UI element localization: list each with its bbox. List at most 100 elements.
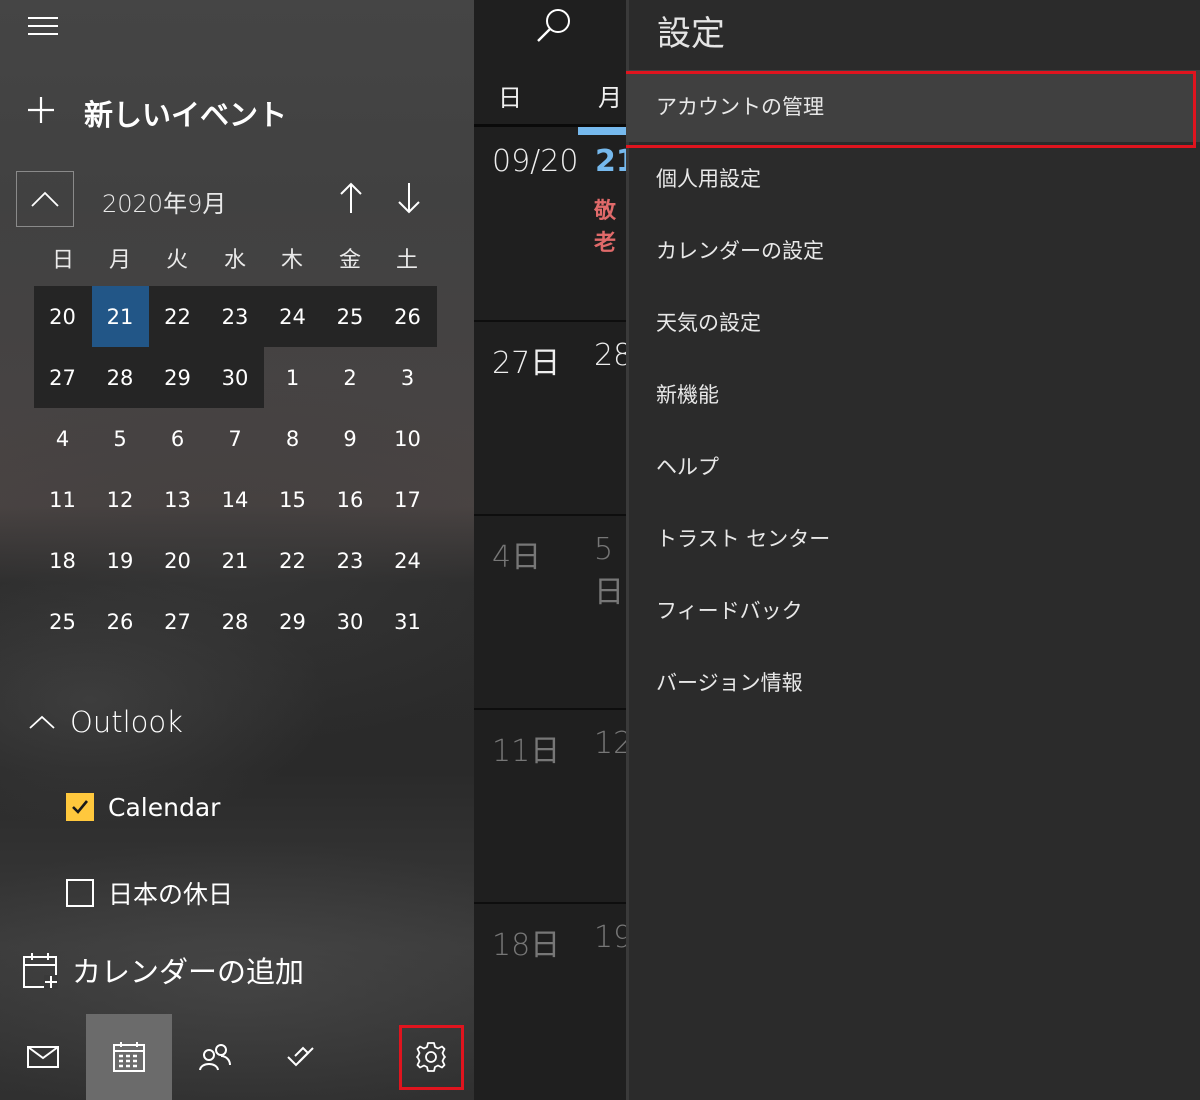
day-cell[interactable]: 28 — [207, 591, 264, 652]
column-header-sunday: 日 — [498, 84, 522, 112]
calendar-item-label: Calendar — [108, 792, 221, 822]
search-button[interactable] — [534, 6, 574, 46]
day-cell[interactable]: 30 — [322, 591, 379, 652]
day-cell[interactable]: 10 — [379, 408, 436, 469]
day-cell[interactable]: 3 — [379, 347, 436, 408]
month-collapse-button[interactable] — [16, 171, 74, 227]
day-cell[interactable]: 29 — [149, 347, 206, 408]
date-cell[interactable]: 18日 — [492, 920, 560, 964]
day-cell[interactable]: 19 — [92, 530, 149, 591]
outlook-group-toggle[interactable]: Outlook — [28, 700, 183, 744]
day-cell[interactable]: 16 — [322, 469, 379, 530]
column-header-monday: 月 — [598, 84, 622, 112]
settings-item-calendar-settings[interactable]: カレンダーの設定 — [626, 214, 1200, 286]
people-nav-button[interactable] — [172, 1014, 258, 1100]
week-divider — [474, 708, 626, 710]
settings-item-about[interactable]: バージョン情報 — [626, 646, 1200, 718]
holiday-event[interactable]: 敬老 — [594, 193, 626, 257]
day-cell[interactable]: 31 — [379, 591, 436, 652]
day-cell[interactable]: 24 — [379, 530, 436, 591]
date-cell[interactable]: 27日 — [492, 338, 560, 382]
settings-item-help[interactable]: ヘルプ — [626, 430, 1200, 502]
settings-item-weather-settings[interactable]: 天気の設定 — [626, 286, 1200, 358]
weekday-label: 月 — [108, 248, 131, 273]
day-cell[interactable]: 30 — [207, 347, 264, 408]
day-cell[interactable]: 29 — [264, 591, 321, 652]
day-cell[interactable]: 27 — [34, 347, 91, 408]
todo-nav-button[interactable] — [258, 1014, 344, 1100]
day-cell[interactable]: 7 — [207, 408, 264, 469]
calendar-item-japan-holidays[interactable]: 日本の休日 — [66, 878, 234, 909]
mail-nav-button[interactable] — [0, 1014, 86, 1100]
day-cell[interactable]: 24 — [264, 286, 321, 347]
day-cell[interactable]: 20 — [149, 530, 206, 591]
day-cell[interactable]: 8 — [264, 408, 321, 469]
date-cell[interactable]: 19 — [594, 920, 626, 955]
day-cell[interactable]: 2 — [322, 347, 379, 408]
day-cell[interactable]: 28 — [92, 347, 149, 408]
search-icon — [537, 9, 570, 42]
day-cell[interactable]: 6 — [149, 408, 206, 469]
calendar-nav-button[interactable] — [86, 1014, 172, 1100]
weekday-label: 土 — [395, 248, 418, 273]
date-cell[interactable]: 11日 — [492, 726, 560, 770]
todo-icon — [287, 1046, 314, 1067]
day-cell[interactable]: 14 — [207, 469, 264, 530]
day-cell[interactable]: 18 — [34, 530, 91, 591]
hamburger-menu-icon[interactable] — [28, 14, 58, 38]
weekday-label: 木 — [280, 248, 303, 273]
day-cell[interactable]: 11 — [34, 469, 91, 530]
calendar-sidebar: 新しいイベント 2020年9月 日月火水木金土 20 21 22 23 24 25 26 27… — [0, 0, 474, 1100]
day-cell[interactable]: 1 — [264, 347, 321, 408]
checkbox-checked[interactable] — [66, 793, 94, 821]
day-cell[interactable]: 25 — [322, 286, 379, 347]
date-cell[interactable]: 09/20 — [492, 144, 578, 179]
day-cell[interactable]: 21 — [207, 530, 264, 591]
day-cell[interactable]: 23 — [322, 530, 379, 591]
date-cell[interactable]: 4日 — [492, 532, 541, 576]
new-event-button[interactable]: 新しいイベント — [26, 92, 287, 134]
day-cell[interactable]: 22 — [264, 530, 321, 591]
day-cell[interactable]: 17 — [379, 469, 436, 530]
day-cell[interactable]: 20 — [34, 286, 91, 347]
day-cell[interactable]: 27 — [149, 591, 206, 652]
calendar-item-label: 日本の休日 — [108, 880, 234, 909]
day-cell-selected[interactable]: 21 — [91, 286, 149, 347]
settings-title: 設定 — [657, 14, 725, 54]
weekday-label: 金 — [338, 248, 361, 273]
new-event-label: 新しいイベント — [84, 98, 288, 132]
today-indicator — [578, 127, 626, 135]
checkbox-unchecked[interactable] — [66, 879, 94, 907]
day-cell[interactable]: 22 — [149, 286, 206, 347]
day-cell[interactable]: 12 — [92, 469, 149, 530]
day-cell[interactable]: 5 — [92, 408, 149, 469]
mail-icon — [27, 1046, 59, 1068]
day-cell[interactable]: 25 — [34, 591, 91, 652]
add-calendar-button[interactable]: カレンダーの追加 — [22, 948, 304, 992]
day-cell[interactable]: 23 — [207, 286, 264, 347]
settings-item-manage-accounts[interactable]: アカウントの管理 — [626, 70, 1200, 142]
date-cell-today[interactable]: 21 — [595, 144, 626, 179]
settings-item-whats-new[interactable]: 新機能 — [626, 358, 1200, 430]
arrow-up-icon — [340, 182, 362, 213]
settings-nav-button[interactable] — [388, 1014, 474, 1100]
gear-icon — [416, 1042, 446, 1072]
day-cell[interactable]: 26 — [92, 591, 149, 652]
settings-item-personalization[interactable]: 個人用設定 — [626, 142, 1200, 214]
next-month-button[interactable] — [394, 178, 424, 218]
day-cell[interactable]: 4 — [34, 408, 91, 469]
date-cell[interactable]: 12 — [594, 726, 626, 761]
day-cell[interactable]: 26 — [379, 286, 436, 347]
date-cell[interactable]: 5日 — [594, 532, 626, 611]
settings-item-trust-center[interactable]: トラスト センター — [626, 502, 1200, 574]
day-cell[interactable]: 9 — [322, 408, 379, 469]
previous-month-button[interactable] — [336, 178, 366, 218]
calendar-item-calendar[interactable]: Calendar — [66, 792, 220, 822]
settings-item-feedback[interactable]: フィードバック — [626, 574, 1200, 646]
week-divider — [474, 320, 626, 322]
chevron-up-icon — [31, 191, 59, 207]
date-cell[interactable]: 28 — [594, 338, 626, 373]
calendar-icon — [113, 1042, 145, 1072]
day-cell[interactable]: 15 — [264, 469, 321, 530]
day-cell[interactable]: 13 — [149, 469, 206, 530]
